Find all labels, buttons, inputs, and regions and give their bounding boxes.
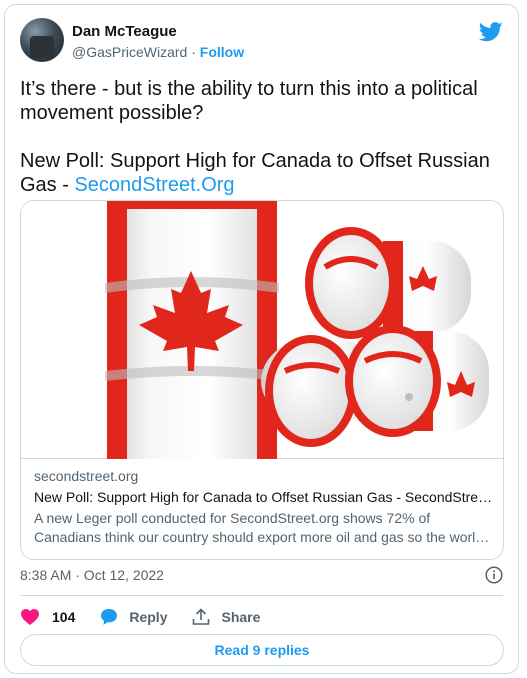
twitter-bird-icon[interactable] [479,22,503,42]
author-names: Dan McTeague @GasPriceWizard · Follow [72,22,244,61]
card-meta: secondstreet.org New Poll: Support High … [34,467,494,547]
card-image-drawing [105,201,489,459]
share-label: Share [221,609,261,625]
speech-bubble-icon [101,609,118,625]
action-bar: 104 Reply Share [20,605,284,629]
timestamp-row: 8:38 AM · Oct 12, 2022 [20,565,503,585]
tweet-header: Dan McTeague @GasPriceWizard · Follow [20,18,503,62]
tweet-timestamp[interactable]: 8:38 AM · Oct 12, 2022 [20,567,164,583]
tweet-text: It’s there - but is the ability to turn … [20,77,500,197]
tweet-card[interactable]: Dan McTeague @GasPriceWizard · Follow It… [4,4,519,674]
read-replies-button[interactable]: Read 9 replies [20,634,504,666]
author-display-name[interactable]: Dan McTeague [72,22,244,41]
tweet-text-line2: New Poll: Support High for Canada to Off… [20,149,500,197]
info-icon[interactable] [485,566,503,584]
card-domain: secondstreet.org [34,468,139,484]
handle-separator: · [187,44,200,60]
like-button[interactable]: 104 [20,607,75,627]
author-handle-row: @GasPriceWizard · Follow [72,43,244,61]
follow-link[interactable]: Follow [200,44,244,60]
card-description: A new Leger poll conducted for SecondStr… [34,510,490,545]
tweet-link[interactable]: SecondStreet.Org [74,174,234,196]
share-upload-icon [193,608,210,625]
heart-icon [21,609,39,625]
canada-flag-oil-barrels-image[interactable] [21,201,503,459]
reply-button[interactable]: Reply [99,607,167,627]
card-title: New Poll: Support High for Canada to Off… [34,489,494,505]
divider [20,595,503,596]
author-handle[interactable]: @GasPriceWizard [72,44,187,60]
share-button[interactable]: Share [191,607,260,627]
like-count: 104 [52,609,76,625]
link-preview-card[interactable]: secondstreet.org New Poll: Support High … [20,200,504,560]
tweet-text-line1: It’s there - but is the ability to turn … [20,78,478,124]
reply-label: Reply [129,609,168,625]
avatar[interactable] [20,18,64,62]
